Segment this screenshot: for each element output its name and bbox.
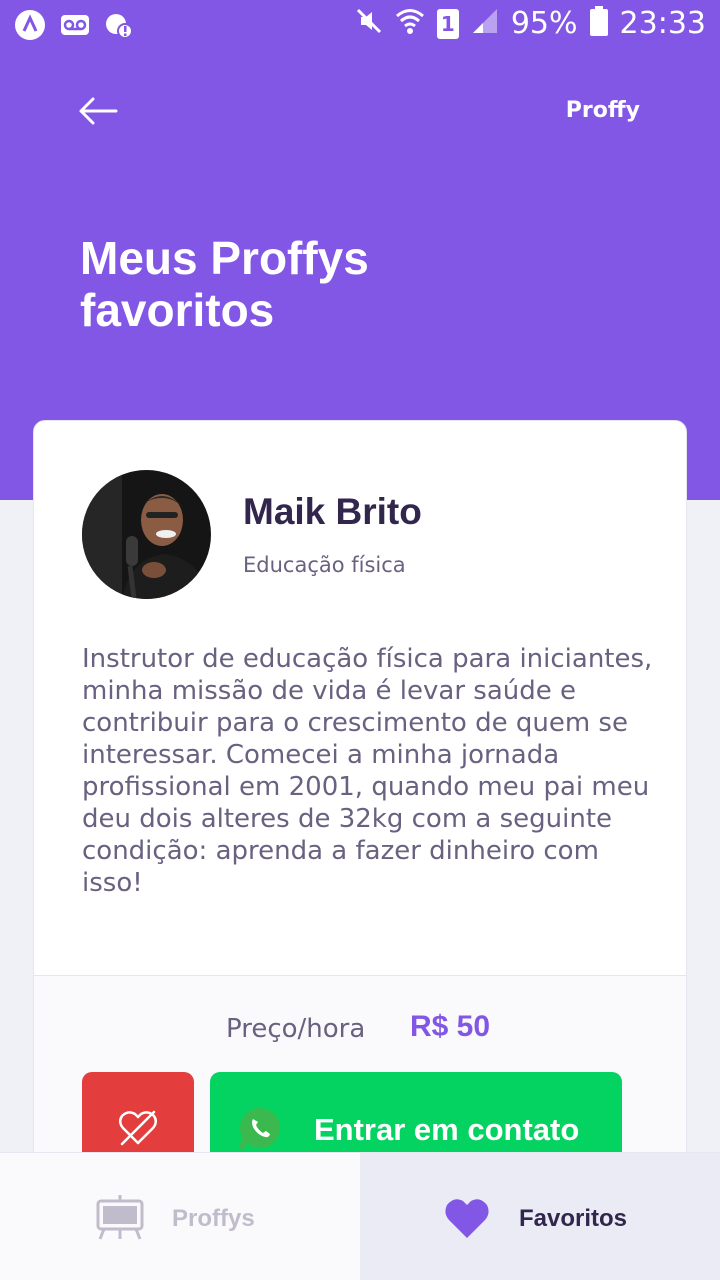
price-value: R$ 50 <box>410 1010 491 1043</box>
proffy-logo: Proffy <box>565 98 640 123</box>
wifi-icon <box>395 6 425 41</box>
whatsapp-icon <box>238 1106 282 1155</box>
teacher-subject: Educação física <box>243 553 406 577</box>
card-footer: Preço/hora R$ 50 Entrar em contato <box>34 975 686 1179</box>
voicemail-icon <box>60 14 90 41</box>
tab-favoritos[interactable]: Favoritos <box>360 1153 720 1280</box>
back-button[interactable] <box>78 94 118 128</box>
mute-icon <box>355 7 383 40</box>
teacher-name: Maik Brito <box>243 491 422 532</box>
contact-button-label: Entrar em contato <box>314 1112 580 1147</box>
teacher-bio: Instrutor de educação física para inicia… <box>82 644 653 898</box>
price-label: Preço/hora <box>226 1014 366 1044</box>
teacher-card: Maik Brito Educação física Instrutor de … <box>33 420 687 1180</box>
teacher-avatar <box>82 470 211 599</box>
bottom-tab-bar: Proffys Favoritos <box>0 1152 720 1280</box>
page-title: Meus Proffys favoritos <box>80 232 369 336</box>
tab-proffys[interactable]: Proffys <box>0 1153 360 1280</box>
clock: 23:33 <box>619 6 706 41</box>
status-bar: 1 95% 23:33 <box>0 0 720 50</box>
arrow-left-icon <box>78 97 118 132</box>
warning-cloud-icon <box>104 10 134 45</box>
tab-favoritos-label: Favoritos <box>519 1205 628 1232</box>
signal-icon <box>471 7 499 40</box>
app-notification-icon <box>14 9 46 46</box>
tab-proffys-label: Proffys <box>172 1205 255 1232</box>
battery-icon <box>589 6 608 41</box>
tv-icon <box>96 1195 144 1246</box>
heart-icon <box>444 1197 490 1244</box>
battery-percentage: 95% <box>510 6 578 41</box>
sim-card-icon: 1 <box>436 8 459 39</box>
